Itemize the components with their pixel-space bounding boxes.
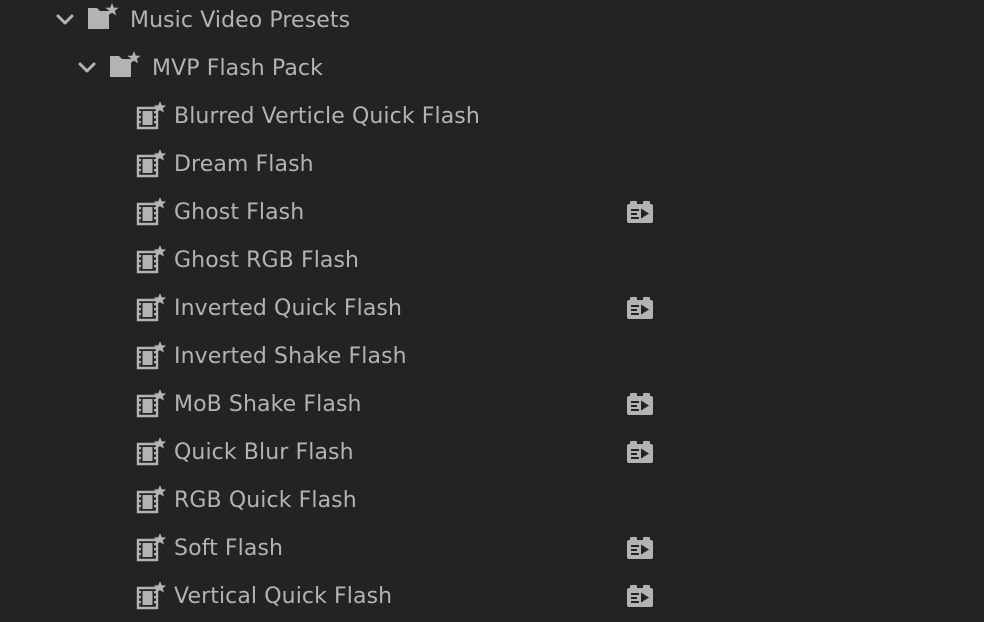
preset-label: Blurred Verticle Quick Flash: [174, 103, 480, 129]
preset-label: MoB Shake Flash: [174, 391, 362, 417]
preset-label: RGB Quick Flash: [174, 487, 357, 513]
transition-preset-icon: [627, 297, 653, 319]
preset-row[interactable]: Vertical Quick Flash: [0, 572, 984, 620]
preset-label: Dream Flash: [174, 151, 314, 177]
preset-label: Quick Blur Flash: [174, 439, 354, 465]
preset-clip-icon: [136, 484, 170, 514]
tree-row-label: MVP Flash Pack: [152, 55, 323, 81]
preset-clip-icon: [136, 100, 170, 130]
preset-label: Vertical Quick Flash: [174, 583, 393, 609]
preset-clip-icon: [136, 148, 170, 178]
tree-row-label: Music Video Presets: [130, 7, 351, 33]
preset-row[interactable]: Inverted Quick Flash: [0, 284, 984, 332]
transition-preset-icon: [627, 441, 653, 463]
preset-label: Ghost RGB Flash: [174, 247, 360, 273]
transition-preset-icon: [627, 537, 653, 559]
preset-row[interactable]: Ghost Flash: [0, 188, 984, 236]
preset-clip-icon: [136, 532, 170, 562]
preset-label: Soft Flash: [174, 535, 284, 561]
preset-row[interactable]: Soft Flash: [0, 524, 984, 572]
tree-row-music-video-presets[interactable]: Music Video Presets: [0, 0, 984, 44]
preset-row[interactable]: MoB Shake Flash: [0, 380, 984, 428]
tree-row-mvp-flash-pack[interactable]: MVP Flash Pack: [0, 44, 984, 92]
preset-label: Ghost Flash: [174, 199, 305, 225]
chevron-down-icon[interactable]: [76, 57, 98, 79]
preset-bin-icon: [87, 2, 121, 32]
effects-tree: Music Video Presets MVP Flash Pack Blurr…: [0, 0, 984, 622]
transition-preset-icon: [627, 585, 653, 607]
preset-row[interactable]: Ghost RGB Flash: [0, 236, 984, 284]
chevron-down-icon[interactable]: [54, 9, 76, 31]
preset-row[interactable]: Blurred Verticle Quick Flash: [0, 92, 984, 140]
preset-clip-icon: [136, 580, 170, 610]
preset-row[interactable]: Dream Flash: [0, 140, 984, 188]
transition-preset-icon: [627, 201, 653, 223]
preset-row[interactable]: RGB Quick Flash: [0, 476, 984, 524]
transition-preset-icon: [627, 393, 653, 415]
preset-clip-icon: [136, 292, 170, 322]
preset-clip-icon: [136, 388, 170, 418]
preset-clip-icon: [136, 340, 170, 370]
preset-clip-icon: [136, 244, 170, 274]
preset-label: Inverted Shake Flash: [174, 343, 407, 369]
preset-bin-icon: [109, 50, 143, 80]
preset-label: Inverted Quick Flash: [174, 295, 403, 321]
preset-row[interactable]: Quick Blur Flash: [0, 428, 984, 476]
preset-row[interactable]: Inverted Shake Flash: [0, 332, 984, 380]
preset-clip-icon: [136, 196, 170, 226]
preset-clip-icon: [136, 436, 170, 466]
